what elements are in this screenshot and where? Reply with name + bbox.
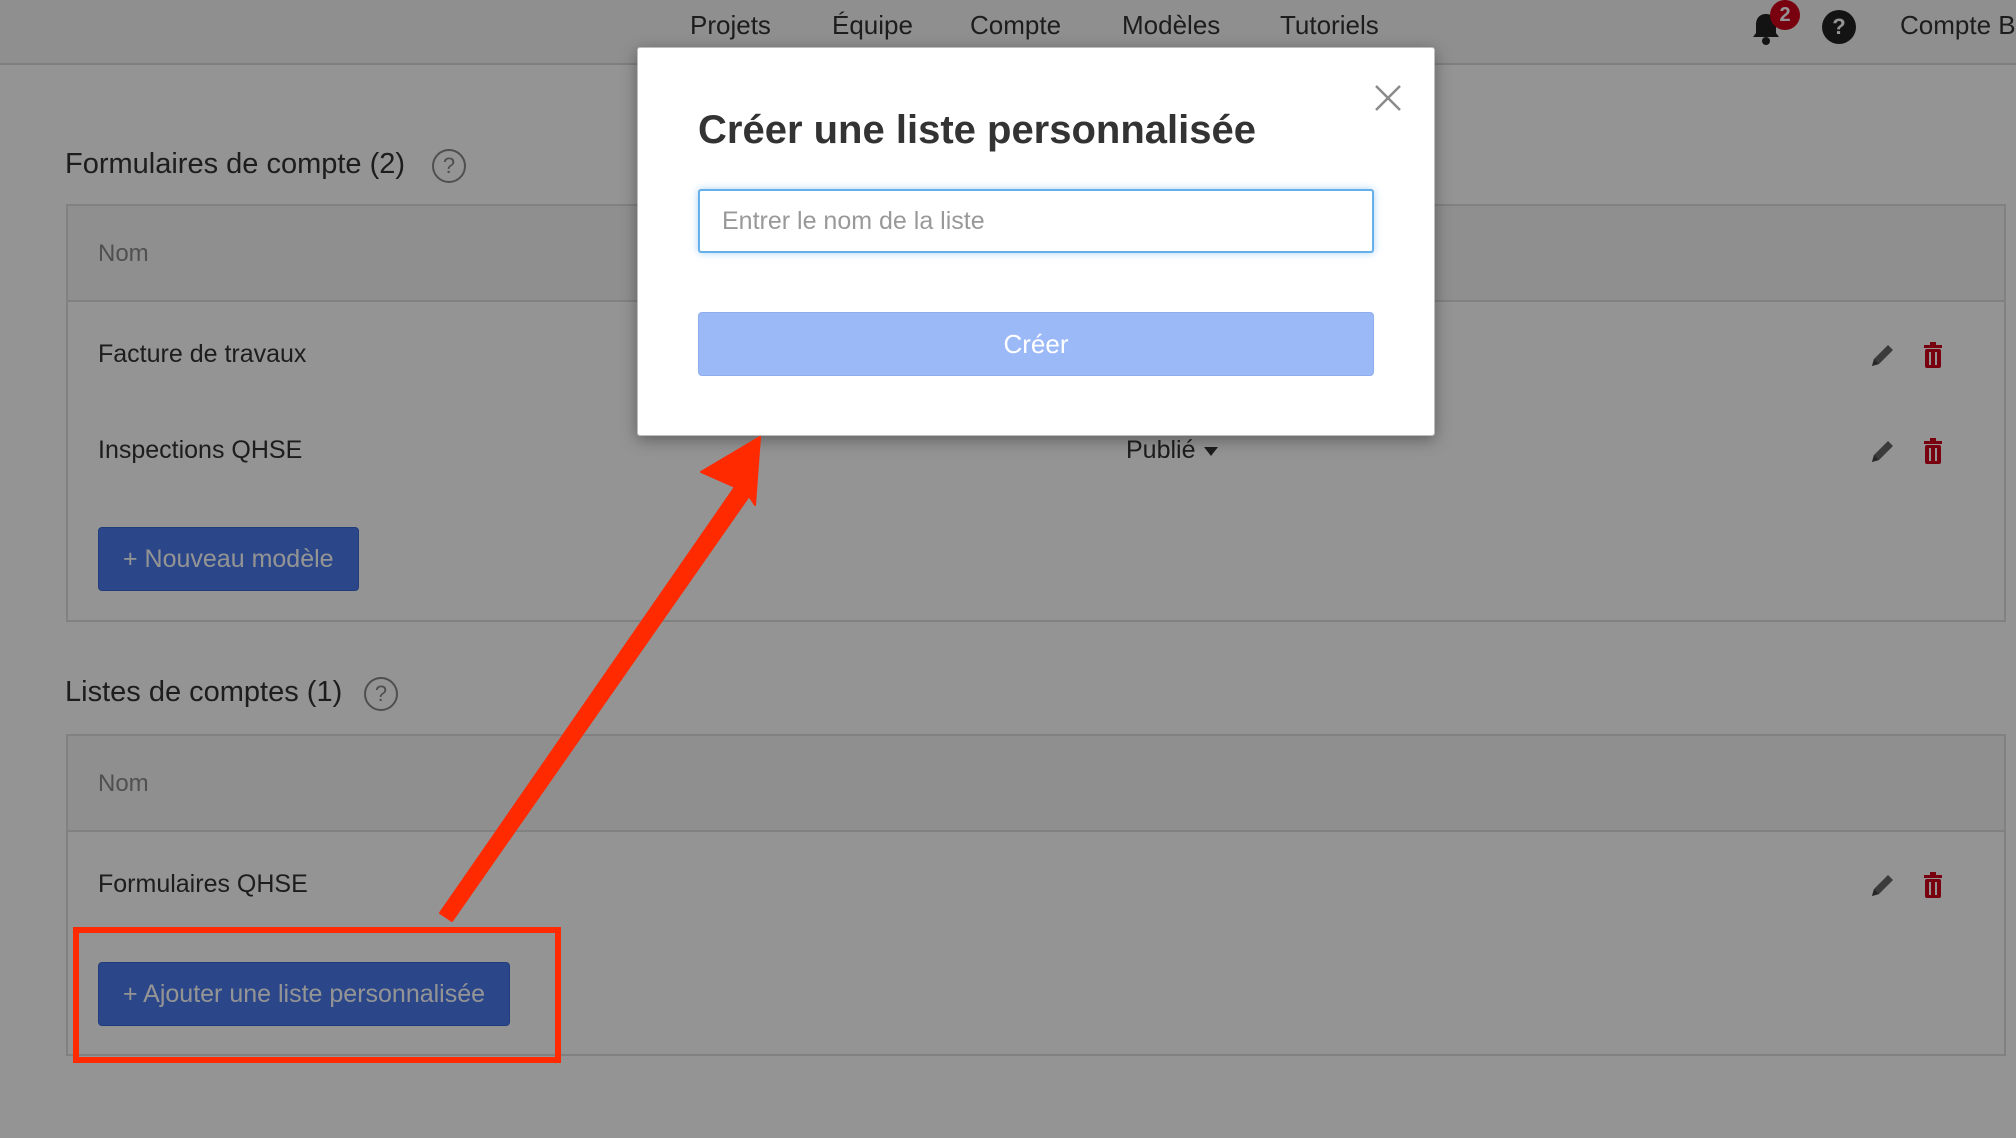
highlight-rectangle — [73, 927, 561, 1063]
annotation-layer — [73, 436, 761, 1063]
annotation-arrow — [439, 436, 761, 922]
